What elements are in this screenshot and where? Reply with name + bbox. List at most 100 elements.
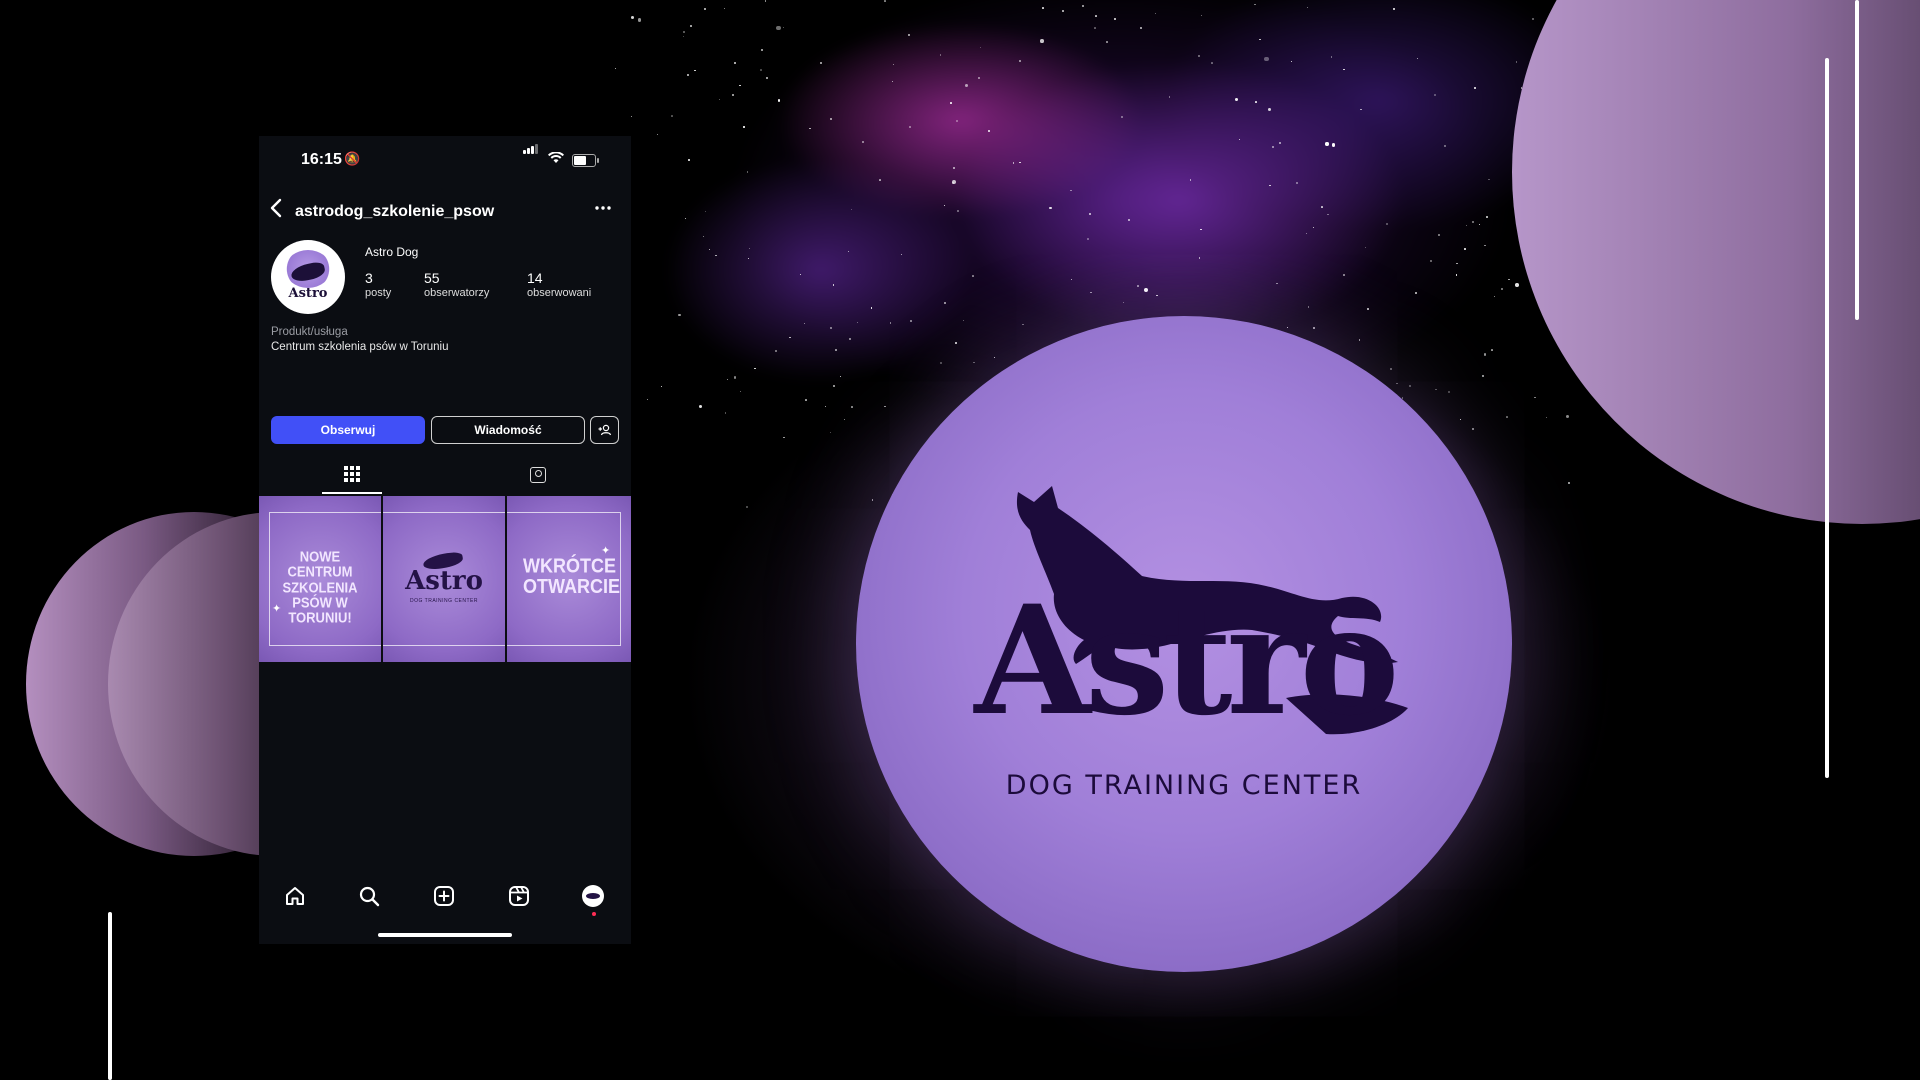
- star: [1154, 12, 1156, 14]
- star: [687, 73, 690, 76]
- stat-posts[interactable]: 3 posty: [365, 270, 391, 299]
- logo-wordmark: Astro: [974, 573, 1399, 749]
- stat-followers[interactable]: 55 obserwatorzy: [424, 270, 489, 299]
- tagged-icon: [530, 467, 546, 483]
- search-icon: [359, 886, 380, 907]
- bottom-nav: [259, 876, 631, 916]
- star: [709, 248, 711, 250]
- nav-create[interactable]: [424, 876, 464, 916]
- star: [861, 141, 864, 144]
- star: [688, 158, 691, 161]
- star: [718, 98, 720, 100]
- logo-subtitle: DOG TRAINING CENTER: [1005, 770, 1363, 801]
- star: [1456, 262, 1458, 265]
- phone-screen: 16:15 🔕 astrodog_szkolenie_psow Astro As…: [259, 136, 631, 944]
- stat-posts-label: posty: [365, 287, 392, 299]
- tab-posts-grid[interactable]: [322, 456, 382, 494]
- nav-reels[interactable]: [499, 876, 539, 916]
- star: [1325, 142, 1329, 146]
- suggest-user-button[interactable]: [590, 416, 619, 444]
- star: [1278, 141, 1281, 144]
- more-options-icon[interactable]: [595, 198, 611, 223]
- stat-followers-label: obserwatorzy: [424, 287, 490, 299]
- stat-following-label: obserwowani: [527, 287, 592, 299]
- profile-category: Produkt/usługa: [271, 326, 348, 338]
- nav-home[interactable]: [275, 876, 315, 916]
- battery-icon: [572, 154, 599, 167]
- profile-username: astrodog_szkolenie_psow: [295, 203, 495, 220]
- star: [764, 0, 766, 2]
- tab-tagged[interactable]: [508, 456, 568, 494]
- star: [1140, 27, 1142, 29]
- stat-following[interactable]: 14 obserwowani: [527, 270, 591, 299]
- post-logo-text: Astro: [405, 566, 483, 596]
- decor-line-1: [1855, 0, 1859, 320]
- stat-following-count: 14: [527, 270, 543, 286]
- star: [1082, 4, 1085, 7]
- star: [715, 254, 717, 257]
- avatar-logo-text: Astro: [288, 286, 328, 301]
- star: [1254, 100, 1257, 103]
- nav-profile[interactable]: [573, 876, 613, 916]
- sparkle-icon: ✦: [272, 603, 282, 615]
- back-arrow-icon[interactable]: [269, 198, 283, 224]
- star: [1343, 274, 1345, 276]
- star: [1465, 224, 1467, 226]
- star: [743, 126, 745, 128]
- star: [1296, 182, 1298, 184]
- decor-line-3: [108, 912, 112, 1080]
- star: [1019, 59, 1021, 62]
- bell-muted-icon: 🔕: [344, 151, 361, 166]
- star: [1200, 14, 1202, 16]
- star: [978, 77, 980, 79]
- star: [908, 126, 911, 128]
- star: [1321, 206, 1323, 209]
- home-indicator: [378, 933, 512, 937]
- star: [1393, 8, 1395, 10]
- decor-line-2: [1825, 58, 1829, 778]
- star: [1106, 40, 1109, 43]
- post-tile[interactable]: WKRÓTCE OTWARCIE ✦: [507, 496, 631, 662]
- nav-search[interactable]: [349, 876, 389, 916]
- display-name: Astro Dog: [365, 245, 419, 259]
- star: [1386, 222, 1389, 225]
- status-bar: 16:15 🔕: [259, 136, 631, 186]
- star: [1416, 57, 1418, 59]
- profile-avatar[interactable]: Astro: [271, 240, 345, 314]
- post-tile[interactable]: NOWE CENTRUM SZKOLENIA PSÓW W TORUNIU! ✦: [259, 496, 381, 662]
- status-time: 16:15: [301, 151, 342, 168]
- star: [1364, 246, 1366, 248]
- profile-icon: [582, 885, 604, 907]
- star: [908, 34, 910, 36]
- message-button[interactable]: Wiadomość: [431, 416, 585, 444]
- post-tile[interactable]: Astro DOG TRAINING CENTER: [383, 496, 505, 662]
- profile-bio: Centrum szkolenia psów w Toruniu: [271, 341, 449, 353]
- star: [671, 115, 673, 117]
- star: [972, 275, 974, 277]
- post-text: WKRÓTCE OTWARCIE: [523, 554, 620, 599]
- star: [1042, 7, 1044, 9]
- star: [1094, 27, 1096, 29]
- star: [943, 204, 946, 206]
- star: [1070, 189, 1072, 192]
- star: [690, 24, 692, 27]
- star: [1531, 17, 1534, 20]
- star: [637, 18, 642, 22]
- notification-dot: [592, 912, 596, 916]
- star: [955, 119, 958, 122]
- profile-header: astrodog_szkolenie_psow: [259, 194, 631, 230]
- star: [829, 117, 833, 120]
- brand-logo: Astro DOG TRAINING CENTER: [856, 316, 1512, 972]
- star: [631, 15, 635, 19]
- star: [956, 209, 959, 212]
- stat-posts-count: 3: [365, 270, 373, 286]
- sparkle-icon: ✦: [601, 545, 611, 557]
- star: [939, 54, 942, 56]
- reels-icon: [509, 886, 529, 906]
- follow-button[interactable]: Obserwuj: [271, 416, 425, 444]
- star: [1040, 39, 1044, 43]
- star: [1210, 61, 1213, 64]
- grid-icon: [344, 466, 360, 482]
- star: [950, 101, 952, 104]
- home-icon: [286, 887, 304, 905]
